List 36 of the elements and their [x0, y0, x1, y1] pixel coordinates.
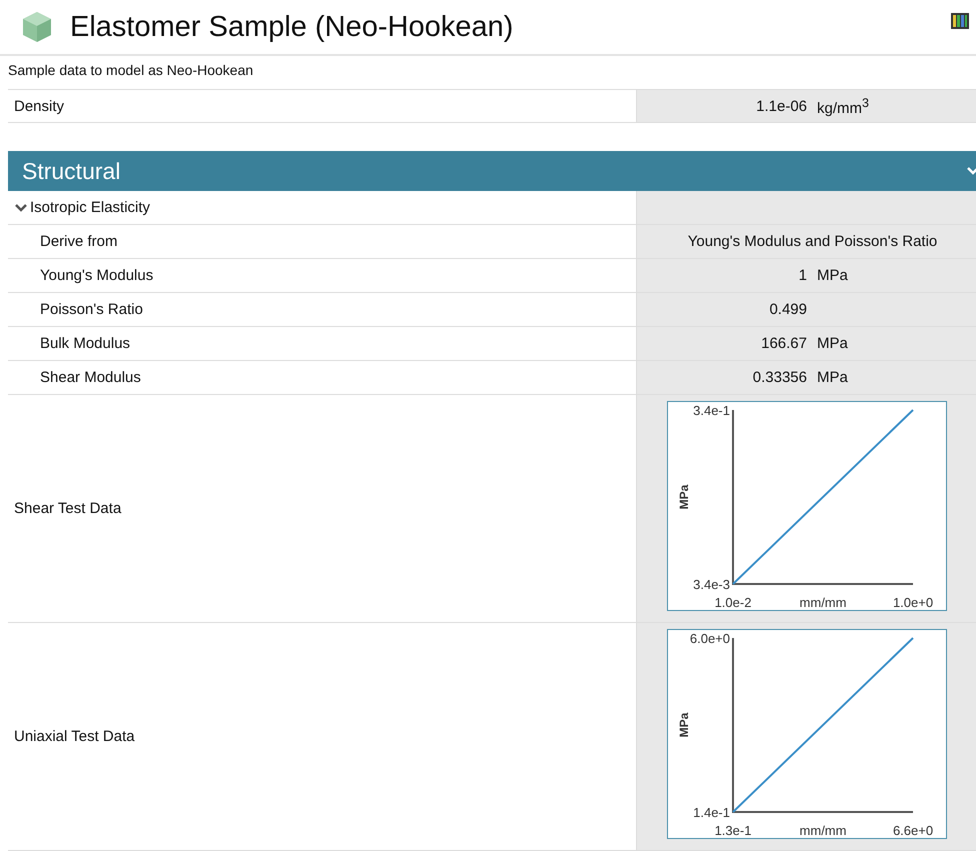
y-tick-label: 6.0e+0 — [690, 631, 730, 646]
property-label: Shear Modulus — [40, 369, 141, 386]
y-tick-label: 3.4e-3 — [693, 577, 730, 592]
chevron-icon[interactable] — [14, 202, 28, 212]
property-value[interactable]: 0.33356 — [637, 369, 807, 386]
property-label: Density — [14, 98, 64, 114]
unit-label: MPa — [817, 369, 848, 386]
x-axis-label: mm/mm — [800, 823, 846, 838]
property-value[interactable]: 1 — [637, 267, 807, 284]
property-label: Uniaxial Test Data — [14, 728, 135, 745]
x-tick-label: 1.0e-2 — [714, 595, 752, 610]
y-tick-label: 1.4e-1 — [693, 805, 730, 820]
property-label: Derive from — [40, 233, 118, 250]
property-label: Bulk Modulus — [40, 335, 130, 352]
property-label: Poisson's Ratio — [40, 301, 143, 318]
x-tick-label: 1.0e+0 — [892, 595, 934, 610]
unit-label: MPa — [817, 267, 848, 284]
unit-label: MPa — [817, 335, 848, 352]
library-icon[interactable] — [950, 10, 970, 30]
material-title: Elastomer Sample (Neo-Hookean) — [70, 10, 514, 44]
unit-label: kg/mm$^{3}$ — [817, 96, 869, 116]
description: Sample data to model as Neo-Hookean — [7, 61, 254, 80]
section-header[interactable]: Structural — [8, 151, 976, 191]
property-label: Young's Modulus — [40, 267, 154, 284]
property-label: Shear Test Data — [14, 500, 122, 517]
cube-icon — [20, 10, 54, 44]
y-axis-label: MPa — [677, 712, 691, 738]
x-tick-label: 6.6e+0 — [892, 823, 934, 838]
x-tick-label: 1.3e-1 — [714, 823, 752, 838]
x-axis-label: mm/mm — [800, 595, 846, 610]
section-title: Structural — [22, 158, 122, 184]
y-axis-label: MPa — [677, 484, 691, 510]
property-value[interactable]: 1.1e-06 — [637, 98, 807, 114]
property-value[interactable]: 166.67 — [637, 335, 807, 352]
group-label: Isotropic Elasticity — [30, 199, 150, 216]
y-tick-label: 3.4e-1 — [693, 403, 730, 418]
